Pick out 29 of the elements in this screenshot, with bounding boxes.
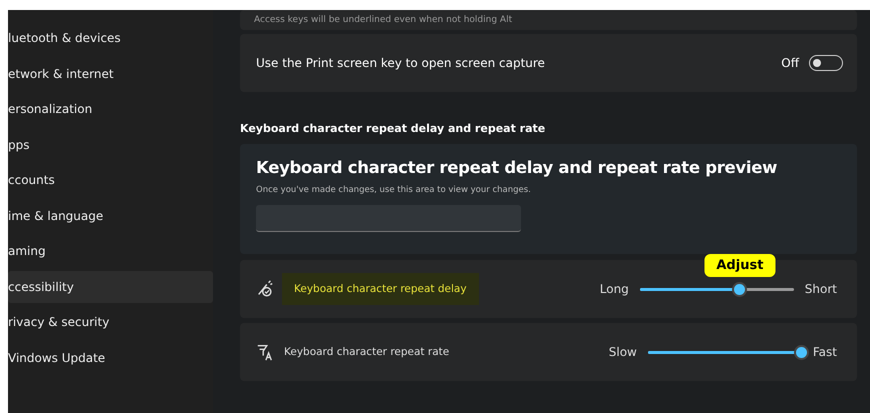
toggle-switch[interactable] xyxy=(809,55,843,71)
sidebar-item[interactable]: pps xyxy=(8,128,213,160)
slider-max-label: Short xyxy=(804,282,837,296)
sidebar-item[interactable]: ccessibility xyxy=(8,270,213,302)
sidebar-item[interactable]: Vindows Update xyxy=(8,342,213,374)
slider-min-label: Slow xyxy=(608,345,637,359)
sidebar-item[interactable]: rivacy & security xyxy=(8,306,213,338)
setting-description: Access keys will be underlined even when not holding Alt xyxy=(254,14,512,26)
slider-label: Keyboard character repeat delay xyxy=(282,273,479,305)
sidebar-item[interactable]: ccounts xyxy=(8,164,213,196)
section-title: Keyboard character repeat delay and repeat rate xyxy=(240,122,546,136)
setting-label: Use the Print screen key to open screen capture xyxy=(256,56,546,70)
keyboard-rate-icon xyxy=(256,343,274,361)
preview-title: Keyboard character repeat delay and repeat rate preview xyxy=(256,158,778,177)
toggle-state: Off xyxy=(781,56,799,70)
slider-max-label: Fast xyxy=(812,345,837,359)
sidebar-item[interactable]: aming xyxy=(8,235,213,267)
sidebar-item[interactable]: ersonalization xyxy=(8,93,213,125)
keyboard-delay-icon xyxy=(256,280,274,298)
slider-label: Keyboard character repeat rate xyxy=(283,345,450,360)
sidebar-item[interactable]: etwork & internet xyxy=(8,58,213,90)
sidebar-item[interactable]: ime & language xyxy=(8,200,213,232)
preview-input-field[interactable] xyxy=(256,205,521,232)
slider-thumb[interactable] xyxy=(794,344,810,360)
callout-tooltip: Adjust xyxy=(704,254,776,276)
slider-thumb[interactable] xyxy=(732,282,748,296)
sidebar-item[interactable]: luetooth & devices xyxy=(8,22,213,54)
preview-description: Once you've made changes, use this area to view your changes. xyxy=(256,185,532,195)
slider-min-label: Long xyxy=(600,282,629,296)
